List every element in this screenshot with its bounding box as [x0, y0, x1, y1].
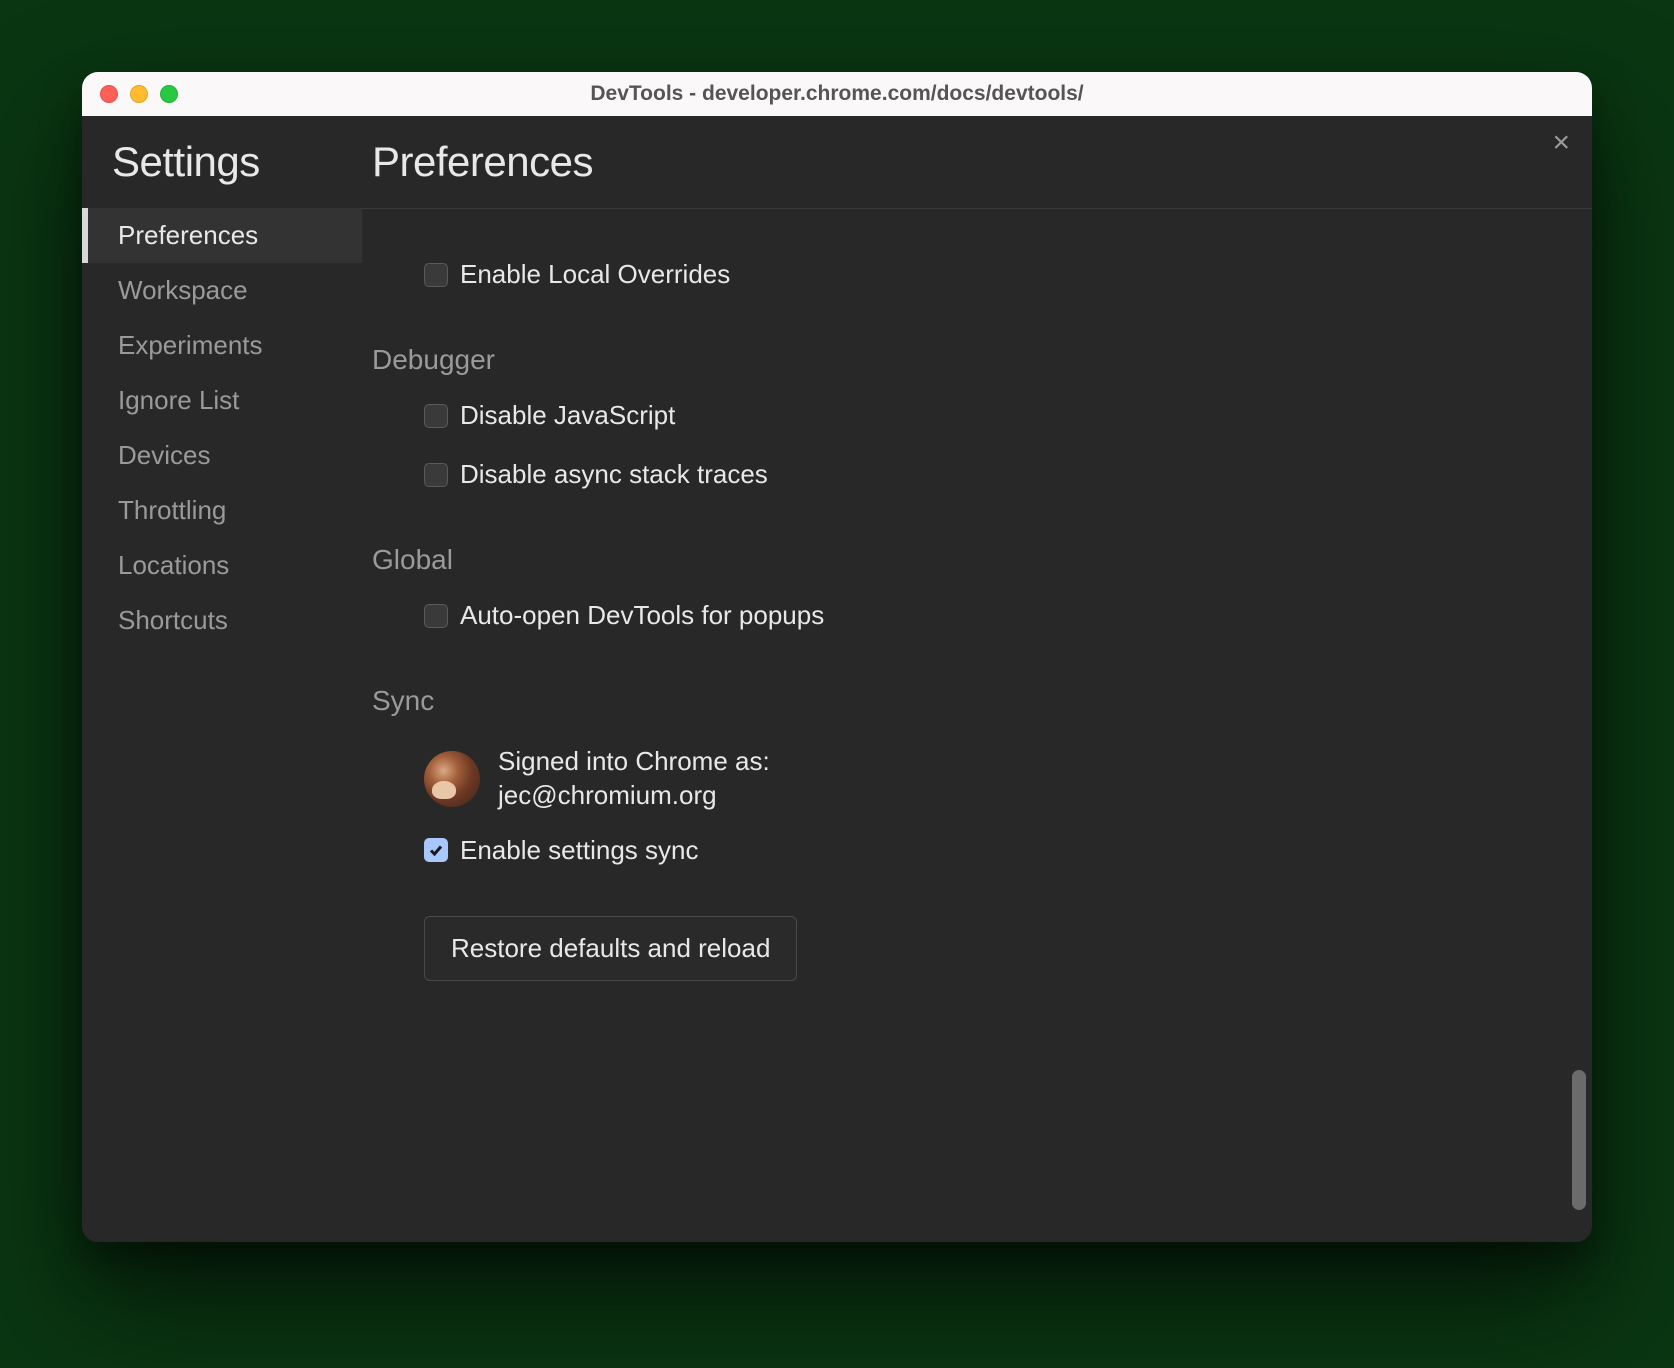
sidebar-title: Settings [82, 138, 362, 208]
section-heading-debugger: Debugger [372, 344, 1532, 376]
setting-disable-javascript[interactable]: Disable JavaScript [372, 386, 1532, 445]
restore-defaults-button[interactable]: Restore defaults and reload [424, 916, 797, 981]
setting-auto-open-devtools-popups[interactable]: Auto-open DevTools for popups [372, 586, 1532, 645]
checkbox-icon[interactable] [424, 604, 448, 628]
sidebar-item-locations[interactable]: Locations [82, 538, 362, 593]
checkbox-icon[interactable] [424, 404, 448, 428]
sidebar-item-workspace[interactable]: Workspace [82, 263, 362, 318]
sidebar-item-label: Shortcuts [118, 605, 228, 635]
setting-label: Enable settings sync [460, 835, 698, 866]
setting-disable-async-stack-traces[interactable]: Disable async stack traces [372, 445, 1532, 504]
preferences-panel: Preferences Enable Local Overrides Debug… [362, 116, 1592, 1242]
sidebar-item-ignore-list[interactable]: Ignore List [82, 373, 362, 428]
sidebar-item-shortcuts[interactable]: Shortcuts [82, 593, 362, 648]
sidebar-item-label: Experiments [118, 330, 263, 360]
sync-identity: Signed into Chrome as: jec@chromium.org [372, 727, 1532, 821]
window-title: DevTools - developer.chrome.com/docs/dev… [82, 82, 1592, 106]
titlebar: DevTools - developer.chrome.com/docs/dev… [82, 72, 1592, 116]
sidebar-item-devices[interactable]: Devices [82, 428, 362, 483]
setting-label: Disable async stack traces [460, 459, 768, 490]
preferences-scroll-area: Enable Local Overrides Debugger Disable … [362, 208, 1592, 1218]
setting-label: Auto-open DevTools for popups [460, 600, 824, 631]
setting-enable-settings-sync[interactable]: Enable settings sync [372, 821, 1532, 880]
sidebar-item-experiments[interactable]: Experiments [82, 318, 362, 373]
window-controls [82, 85, 178, 103]
sidebar-item-label: Preferences [118, 220, 258, 250]
sidebar-item-label: Workspace [118, 275, 248, 305]
devtools-window: DevTools - developer.chrome.com/docs/dev… [82, 72, 1592, 1242]
scrollbar-thumb[interactable] [1572, 1070, 1586, 1210]
sidebar-item-label: Throttling [118, 495, 226, 525]
setting-enable-local-overrides[interactable]: Enable Local Overrides [372, 245, 1532, 304]
close-icon[interactable]: × [1552, 128, 1570, 158]
sidebar-item-label: Devices [118, 440, 210, 470]
zoom-window-button[interactable] [160, 85, 178, 103]
scrollbar[interactable] [1572, 217, 1586, 1210]
avatar [424, 751, 480, 807]
minimize-window-button[interactable] [130, 85, 148, 103]
section-heading-sync: Sync [372, 685, 1532, 717]
identity-line-2: jec@chromium.org [498, 779, 770, 813]
checkbox-icon[interactable] [424, 463, 448, 487]
section-heading-global: Global [372, 544, 1532, 576]
close-window-button[interactable] [100, 85, 118, 103]
identity-line-1: Signed into Chrome as: [498, 745, 770, 779]
setting-label: Enable Local Overrides [460, 259, 730, 290]
sidebar-item-label: Locations [118, 550, 229, 580]
checkbox-icon[interactable] [424, 263, 448, 287]
page-title: Preferences [362, 138, 1592, 208]
checkbox-icon[interactable] [424, 838, 448, 862]
settings-sidebar: Settings Preferences Workspace Experimen… [82, 116, 362, 1242]
identity-text: Signed into Chrome as: jec@chromium.org [498, 745, 770, 813]
sidebar-item-throttling[interactable]: Throttling [82, 483, 362, 538]
setting-label: Disable JavaScript [460, 400, 675, 431]
sidebar-item-preferences[interactable]: Preferences [82, 208, 362, 263]
sidebar-item-label: Ignore List [118, 385, 239, 415]
